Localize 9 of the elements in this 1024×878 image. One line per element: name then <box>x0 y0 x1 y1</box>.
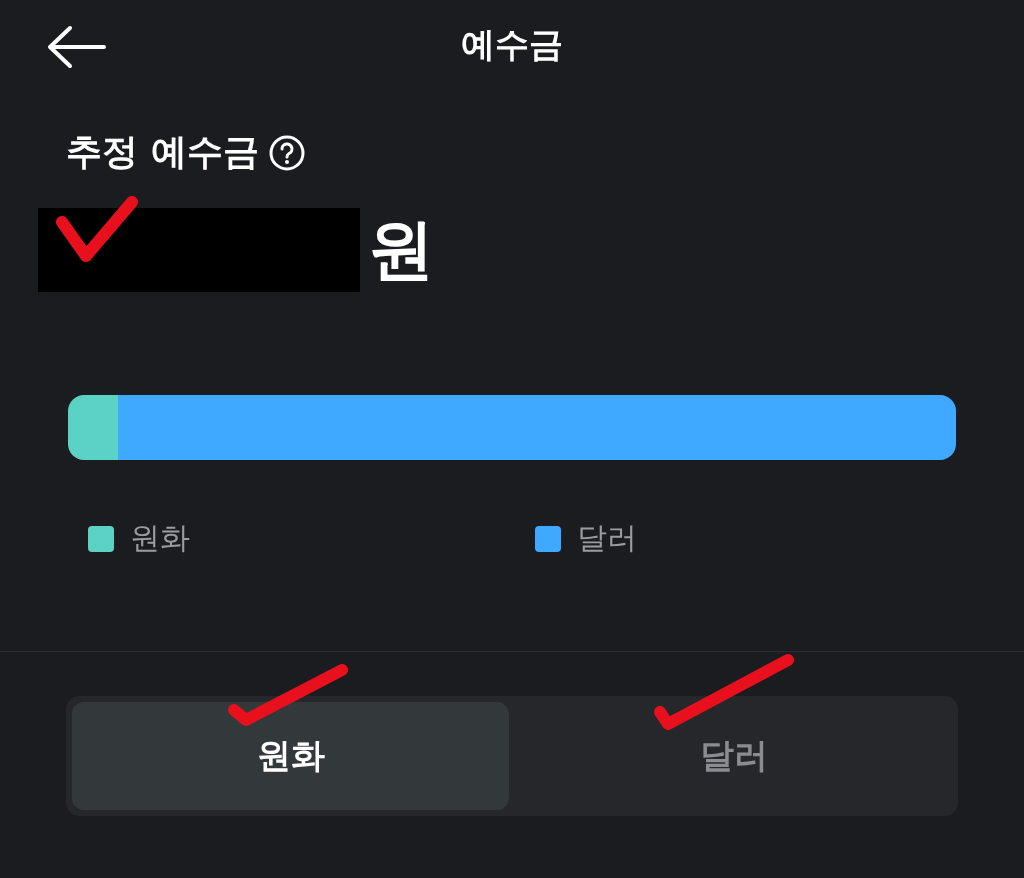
balance-label: 추정 예수금 <box>66 130 259 174</box>
currency-tab[interactable]: 달러 <box>515 702 952 810</box>
legend-label: 달러 <box>577 519 637 557</box>
legend-label: 원화 <box>130 519 190 557</box>
currency-unit: 원 <box>368 210 434 290</box>
back-arrow-icon[interactable] <box>46 25 108 69</box>
currency-tab[interactable]: 원화 <box>72 702 509 810</box>
page-title: 예수금 <box>461 23 563 66</box>
help-icon[interactable] <box>268 134 305 171</box>
